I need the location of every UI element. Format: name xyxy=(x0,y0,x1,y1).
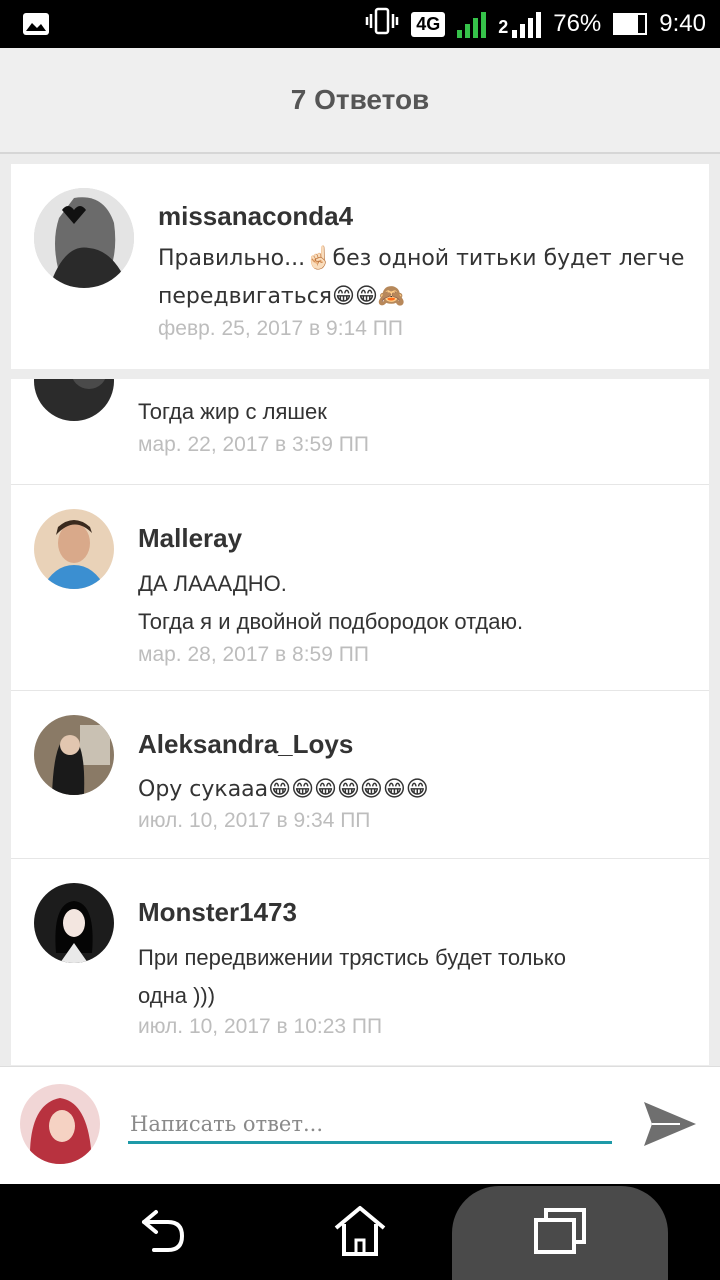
status-bar: 4G 2 76% 9:40 xyxy=(0,0,720,48)
original-comment: missanaconda4 Правильно...☝🏻без одной ти… xyxy=(11,164,709,369)
page-title: 7 Ответов xyxy=(290,84,430,115)
comment-text-line: Правильно...☝🏻без одной титьки будет лег… xyxy=(158,246,685,271)
comment-date: февр. 25, 2017 в 9:14 ПП xyxy=(158,317,403,340)
network-type-badge: 4G xyxy=(411,11,446,37)
reply-username[interactable]: Malleray xyxy=(138,523,242,554)
home-icon[interactable] xyxy=(332,1202,388,1258)
send-icon[interactable] xyxy=(640,1096,700,1152)
reply-date: июл. 10, 2017 в 9:34 ПП xyxy=(138,809,371,832)
clock: 9:40 xyxy=(659,10,706,37)
signal-icon-sim1 xyxy=(457,10,487,38)
reply-text-line: ДА ЛАААДНО. xyxy=(138,571,287,596)
vibrate-icon xyxy=(365,7,399,42)
reply-date: мар. 28, 2017 в 8:59 ПП xyxy=(138,643,369,666)
reply-item: Тогда жир с ляшек мар. 22, 2017 в 3:59 П… xyxy=(11,379,709,485)
gallery-notification-icon xyxy=(22,12,50,41)
replies-list[interactable]: Тогда жир с ляшек мар. 22, 2017 в 3:59 П… xyxy=(11,379,709,1065)
signal-icon-sim2: 2 xyxy=(498,10,542,38)
reply-text-line: Ору сукааа😁😁😁😁😁😁😁 xyxy=(138,777,429,802)
reply-text-line: Тогда жир с ляшек xyxy=(138,399,327,424)
reply-date: июл. 10, 2017 в 10:23 ПП xyxy=(138,1015,383,1038)
reply-item: Aleksandra_Loys Ору сукааа😁😁😁😁😁😁😁 июл. 1… xyxy=(11,691,709,859)
reply-text-line: Тогда я и двойной подбородок отдаю. xyxy=(138,609,524,634)
recents-icon[interactable] xyxy=(532,1204,588,1260)
avatar[interactable] xyxy=(34,715,114,795)
header: 7 Ответов xyxy=(0,48,720,154)
reply-item: Malleray ДА ЛАААДНО. Тогда я и двойной п… xyxy=(11,485,709,691)
avatar[interactable] xyxy=(34,379,114,421)
back-icon[interactable] xyxy=(132,1204,188,1260)
comment-text-line: передвигаться😁😁🙈 xyxy=(158,284,406,309)
avatar[interactable] xyxy=(34,188,134,288)
comment-username[interactable]: missanaconda4 xyxy=(158,201,353,232)
avatar[interactable] xyxy=(34,883,114,963)
reply-text-line: одна ))) xyxy=(138,983,216,1008)
sim2-label: 2 xyxy=(498,17,509,37)
reply-username[interactable]: Monster1473 xyxy=(138,897,297,928)
avatar[interactable] xyxy=(34,509,114,589)
reply-input[interactable] xyxy=(128,1106,612,1144)
reply-date: мар. 22, 2017 в 3:59 ПП xyxy=(138,433,369,456)
my-avatar[interactable] xyxy=(20,1084,100,1164)
reply-item: Monster1473 При передвижении трястись бу… xyxy=(11,859,709,1065)
reply-username[interactable]: Aleksandra_Loys xyxy=(138,729,353,760)
battery-icon xyxy=(613,13,648,35)
battery-percent: 76% xyxy=(553,10,602,37)
reply-text-line: При передвижении трястись будет только xyxy=(138,945,567,970)
